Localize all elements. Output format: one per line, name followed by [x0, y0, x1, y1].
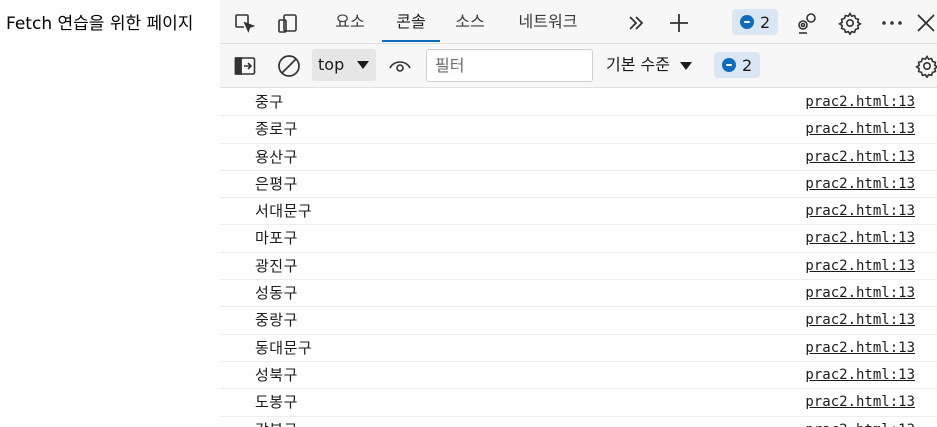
console-message-row: 종로구 prac2.html:13	[220, 116, 937, 144]
ellipsis-icon[interactable]	[879, 10, 905, 36]
context-select[interactable]: top	[312, 49, 376, 81]
console-source-link[interactable]: prac2.html:13	[805, 148, 915, 166]
console-message-text: 동대문구	[255, 338, 313, 357]
close-icon[interactable]	[915, 11, 937, 35]
tab-sources[interactable]: 소스	[446, 0, 494, 44]
chevron-down-icon	[357, 61, 369, 69]
context-value: top	[318, 55, 345, 74]
console-source-link[interactable]: prac2.html:13	[805, 202, 915, 220]
console-message-text: 용산구	[255, 147, 298, 166]
console-message-text: 성북구	[255, 365, 298, 384]
message-icon	[740, 15, 754, 29]
console-source-link[interactable]: prac2.html:13	[805, 421, 915, 427]
console-message-text: 은평구	[255, 174, 298, 193]
devtools-panel: 요소 콘솔 소스 네트워크 2 top 필터 기본 수준 2 중구 prac2.…	[220, 0, 937, 427]
console-message-text: 중구	[255, 93, 284, 111]
messages-badge[interactable]: 2	[714, 52, 761, 78]
console-message-text: 마포구	[255, 229, 298, 248]
device-emulation-icon[interactable]	[276, 11, 300, 35]
console-message-row: 도봉구 prac2.html:13	[220, 389, 937, 417]
chevron-down-icon	[679, 61, 692, 70]
console-message-text: 서대문구	[255, 202, 313, 221]
sidebar-toggle-icon[interactable]	[232, 53, 258, 79]
console-message-row: 은평구 prac2.html:13	[220, 171, 937, 199]
console-message-text: 종로구	[255, 120, 298, 139]
page-heading: Fetch 연습을 위한 페이지	[6, 14, 194, 34]
message-icon	[722, 58, 736, 72]
console-message-row: 마포구 prac2.html:13	[220, 225, 937, 253]
console-message-text: 광진구	[255, 256, 298, 275]
tab-elements[interactable]: 요소	[326, 0, 374, 44]
console-message-text: 성동구	[255, 284, 298, 303]
console-source-link[interactable]: prac2.html:13	[805, 311, 915, 329]
console-source-link[interactable]: prac2.html:13	[805, 175, 915, 193]
console-source-link[interactable]: prac2.html:13	[805, 366, 915, 384]
tab-network[interactable]: 네트워크	[508, 0, 588, 44]
console-message-row: 중랑구 prac2.html:13	[220, 307, 937, 335]
console-message-row: 동대문구 prac2.html:13	[220, 335, 937, 362]
chevron-double-right-icon[interactable]	[624, 11, 648, 35]
devtools-top-toolbar: 요소 콘솔 소스 네트워크 2	[220, 0, 937, 44]
console-message-row: 강북구 prac2.html:13	[220, 417, 937, 427]
console-source-link[interactable]: prac2.html:13	[805, 93, 915, 111]
console-message-row: 광진구 prac2.html:13	[220, 253, 937, 281]
console-message-text: 중랑구	[255, 311, 298, 330]
tab-console[interactable]: 콘솔	[382, 0, 440, 44]
inspect-cursor-icon[interactable]	[232, 11, 256, 35]
plus-icon[interactable]	[666, 10, 692, 36]
filter-input[interactable]	[426, 49, 593, 82]
issues-badge[interactable]: 2	[732, 9, 779, 35]
console-log: 중구 prac2.html:13 종로구 prac2.html:13 용산구 prac2.…	[220, 89, 937, 427]
console-message-row: 중구 prac2.html:13	[220, 89, 937, 117]
console-source-link[interactable]: prac2.html:13	[805, 393, 915, 411]
gear-icon[interactable]	[837, 10, 863, 36]
console-source-link[interactable]: prac2.html:13	[805, 257, 915, 275]
log-levels-dropdown[interactable]: 기본 수준	[606, 49, 692, 81]
console-source-link[interactable]: prac2.html:13	[805, 120, 915, 138]
people-connect-icon[interactable]	[794, 10, 820, 36]
console-message-row: 용산구 prac2.html:13	[220, 144, 937, 171]
console-message-row: 성동구 prac2.html:13	[220, 280, 937, 308]
console-message-text: 도봉구	[255, 393, 298, 412]
issues-count: 2	[760, 12, 771, 32]
console-toolbar: top 기본 수준 2	[220, 44, 937, 88]
console-settings-gear-icon[interactable]	[914, 53, 937, 79]
log-levels-label: 기본 수준	[606, 55, 670, 74]
eye-icon[interactable]	[387, 53, 413, 79]
messages-count: 2	[742, 55, 753, 75]
console-message-text: 강북구	[255, 421, 298, 427]
console-message-row: 서대문구 prac2.html:13	[220, 198, 937, 226]
console-source-link[interactable]: prac2.html:13	[805, 229, 915, 247]
clear-console-icon[interactable]	[276, 53, 302, 79]
console-source-link[interactable]: prac2.html:13	[805, 339, 915, 357]
console-source-link[interactable]: prac2.html:13	[805, 284, 915, 302]
console-message-row: 성북구 prac2.html:13	[220, 362, 937, 390]
